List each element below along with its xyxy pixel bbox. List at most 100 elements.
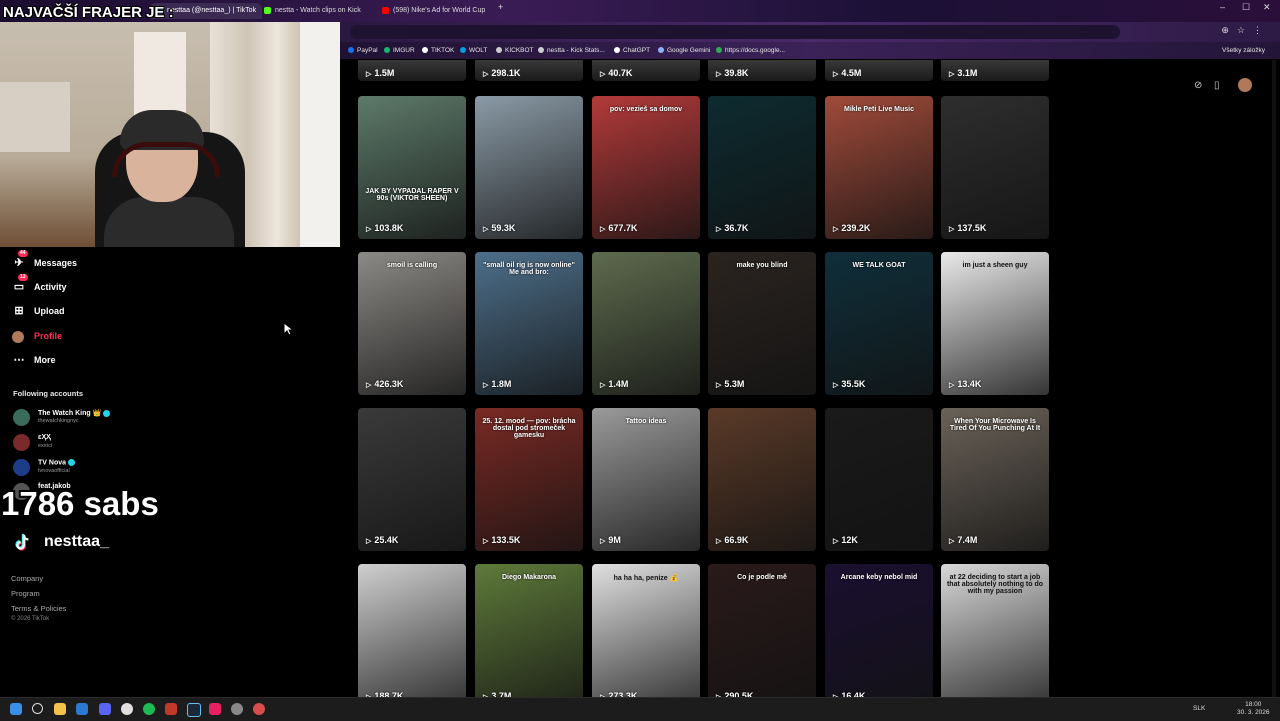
video-card[interactable]: ▷ 39.8K: [708, 60, 816, 81]
store-icon[interactable]: [76, 703, 88, 715]
video-card[interactable]: im just a sheen guy ▷ 13.4K: [941, 252, 1049, 395]
video-card[interactable]: ▷ 40.7K: [592, 60, 700, 81]
chatgpt-icon: [614, 47, 620, 54]
search-icon[interactable]: [32, 703, 43, 714]
video-card[interactable]: When Your Microwave Is Tired Of You Punc…: [941, 408, 1049, 551]
video-card[interactable]: ▷ 3.1M: [941, 60, 1049, 81]
bookmark-imgur[interactable]: IMGUR: [384, 44, 415, 57]
discord-icon[interactable]: [99, 703, 111, 715]
video-card[interactable]: Tattoo ideas ▷ 9M: [592, 408, 700, 551]
view-count: ▷ 39.8K: [716, 68, 749, 78]
bookmark-kickbot[interactable]: KICKBOT: [496, 44, 534, 57]
sidebar-item-activity[interactable]: ▭ Activity 13: [12, 274, 67, 297]
gemini-icon: [658, 47, 664, 54]
spotify-icon[interactable]: [143, 703, 155, 715]
video-caption: Arcane keby nebol mid: [840, 574, 918, 581]
bookmark-google-docs[interactable]: https://docs.google...: [716, 44, 785, 57]
video-caption: smoil is calling: [386, 262, 438, 269]
bookmark-wolt[interactable]: WOLT: [460, 44, 487, 57]
docs-icon: [716, 47, 722, 54]
sidebar-item-upload[interactable]: ⊞ Upload: [12, 301, 64, 321]
video-caption: Mikle Peti Live Music: [843, 106, 915, 113]
view-count: ▷ 1.5M: [366, 68, 395, 78]
video-card[interactable]: ▷ 66.9K: [708, 408, 816, 551]
scrollbar[interactable]: [1272, 60, 1276, 697]
video-card[interactable]: WE TALK GOAT ▷ 35.5K: [825, 252, 933, 395]
video-card[interactable]: at 22 deciding to start a job that absol…: [941, 564, 1049, 697]
video-card[interactable]: ▷ 4.5M: [825, 60, 933, 81]
tab-kick[interactable]: nestta - Watch clips on Kick: [258, 3, 380, 19]
app-icon[interactable]: [209, 703, 221, 715]
toolbar-icons[interactable]: ⊕☆⋮: [1221, 25, 1270, 36]
video-card[interactable]: 25. 12. mood — pov: brácha dostal pod st…: [475, 408, 583, 551]
play-icon: ▷: [833, 538, 839, 545]
view-count: ▷ 1.8M: [483, 379, 512, 389]
footer-link-company[interactable]: Company: [11, 574, 43, 583]
play-icon: ▷: [833, 382, 839, 389]
close-icon[interactable]: ✕: [1263, 2, 1271, 13]
play-icon: ▷: [600, 226, 606, 233]
chrome-icon[interactable]: [121, 703, 133, 715]
bookmark-gemini[interactable]: Google Gemini: [658, 44, 710, 57]
video-card[interactable]: ▷ 59.3K: [475, 96, 583, 239]
all-bookmarks[interactable]: Všetky záložky: [1222, 44, 1265, 57]
play-icon: ▷: [600, 71, 606, 78]
video-card[interactable]: Arcane keby nebol mid▷16.4K: [825, 564, 933, 697]
sidebar-item-messages[interactable]: ✈ Messages 44: [12, 250, 77, 273]
app-icon[interactable]: [165, 703, 177, 715]
video-card[interactable]: "small oil rig is now online" Me and bro…: [475, 252, 583, 395]
address-bar: ⊕☆⋮: [340, 22, 1280, 42]
video-card[interactable]: ▷ 1.4M: [592, 252, 700, 395]
video-card[interactable]: JAK BY VYPADAL RAPER V 90s (VIKTOR SHEEN…: [358, 96, 466, 239]
settings-icon[interactable]: [231, 703, 243, 715]
bookmark-tiktok[interactable]: TIKTOK: [422, 44, 454, 57]
clock[interactable]: 18:00 30. 3. 2026: [1237, 701, 1270, 717]
minimize-icon[interactable]: –: [1220, 2, 1225, 12]
new-tab-icon[interactable]: +: [498, 2, 503, 12]
avatar[interactable]: [1238, 78, 1252, 92]
windows-start-icon[interactable]: [10, 703, 22, 715]
view-count: ▷ 298.1K: [483, 68, 521, 78]
video-card[interactable]: pov: vezieš sa domov ▷ 677.7K: [592, 96, 700, 239]
video-card[interactable]: ▷ 137.5K: [941, 96, 1049, 239]
youtube-icon: [382, 6, 389, 14]
file-explorer-icon[interactable]: [54, 703, 66, 715]
sidebar-item-profile[interactable]: Profile: [12, 326, 62, 346]
play-icon: ▷: [716, 538, 722, 545]
bookmark-kick-stats[interactable]: nestta - Kick Stats...: [538, 44, 605, 57]
video-card[interactable]: ▷ 36.7K: [708, 96, 816, 239]
bookmark-paypal[interactable]: PayPal: [348, 44, 378, 57]
video-card[interactable]: smoil is calling ▷ 426.3K: [358, 252, 466, 395]
avatar: [13, 459, 30, 476]
compass-icon[interactable]: ⊘: [1194, 80, 1202, 91]
avatar: [12, 330, 24, 343]
view-count: ▷ 426.3K: [366, 379, 404, 389]
sidebar-item-more[interactable]: ⋯ More: [12, 350, 56, 370]
footer-link-terms[interactable]: Terms & Policies: [11, 604, 66, 613]
play-icon: ▷: [949, 382, 955, 389]
video-card[interactable]: ▷ 298.1K: [475, 60, 583, 81]
language-indicator[interactable]: SLK: [1193, 705, 1205, 713]
url-input[interactable]: [350, 25, 1120, 39]
video-card[interactable]: ▷ 25.4K: [358, 408, 466, 551]
video-card[interactable]: ha ha ha, peníze 💰▷273.3K: [592, 564, 700, 697]
footer-link-program[interactable]: Program: [11, 589, 40, 598]
video-card[interactable]: Mikle Peti Live Music ▷ 239.2K: [825, 96, 933, 239]
view-count: ▷ 677.7K: [600, 223, 638, 233]
video-card[interactable]: ▷188.7K: [358, 564, 466, 697]
video-card[interactable]: make you blind ▷ 5.3M: [708, 252, 816, 395]
bookmark-chatgpt[interactable]: ChatGPT: [614, 44, 650, 57]
maximize-icon[interactable]: ☐: [1242, 2, 1250, 13]
copyright: © 2026 TikTok: [11, 616, 50, 622]
play-icon: ▷: [483, 226, 489, 233]
steam-icon[interactable]: [187, 703, 201, 717]
avatar: [13, 434, 30, 451]
video-card[interactable]: ▷ 12K: [825, 408, 933, 551]
view-count: ▷ 12K: [833, 535, 858, 545]
video-card[interactable]: Co je podle mě▷290.5K: [708, 564, 816, 697]
app-icon[interactable]: [253, 703, 265, 715]
video-card[interactable]: Diego Makarona▷3.7M: [475, 564, 583, 697]
tab-youtube[interactable]: (598) Nike's Ad for World Cup: [376, 3, 503, 19]
video-card[interactable]: ▷ 1.5M: [358, 60, 466, 81]
device-icon[interactable]: ▯: [1214, 80, 1220, 91]
